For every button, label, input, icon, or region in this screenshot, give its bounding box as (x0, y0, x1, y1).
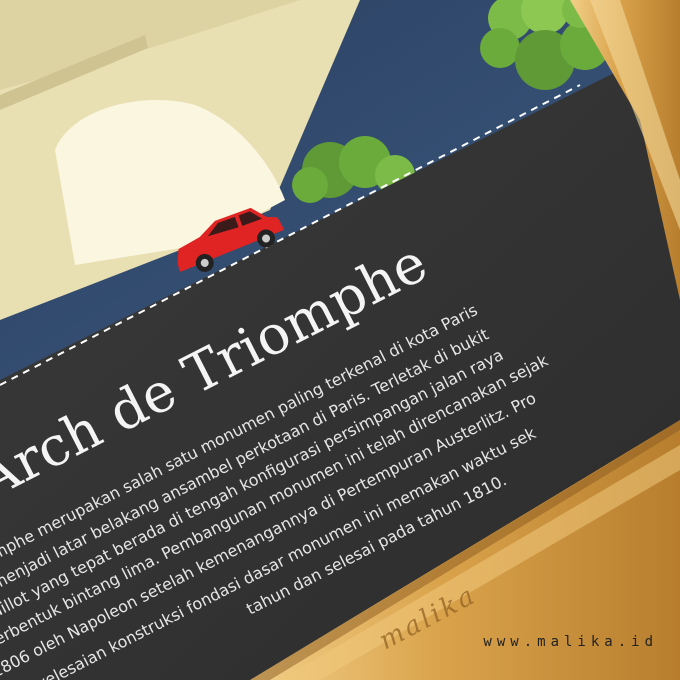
watermark: www.malika.id (483, 634, 658, 650)
poster-scene: Arch de Triomphe mphe merupakan salah sa… (0, 0, 680, 680)
